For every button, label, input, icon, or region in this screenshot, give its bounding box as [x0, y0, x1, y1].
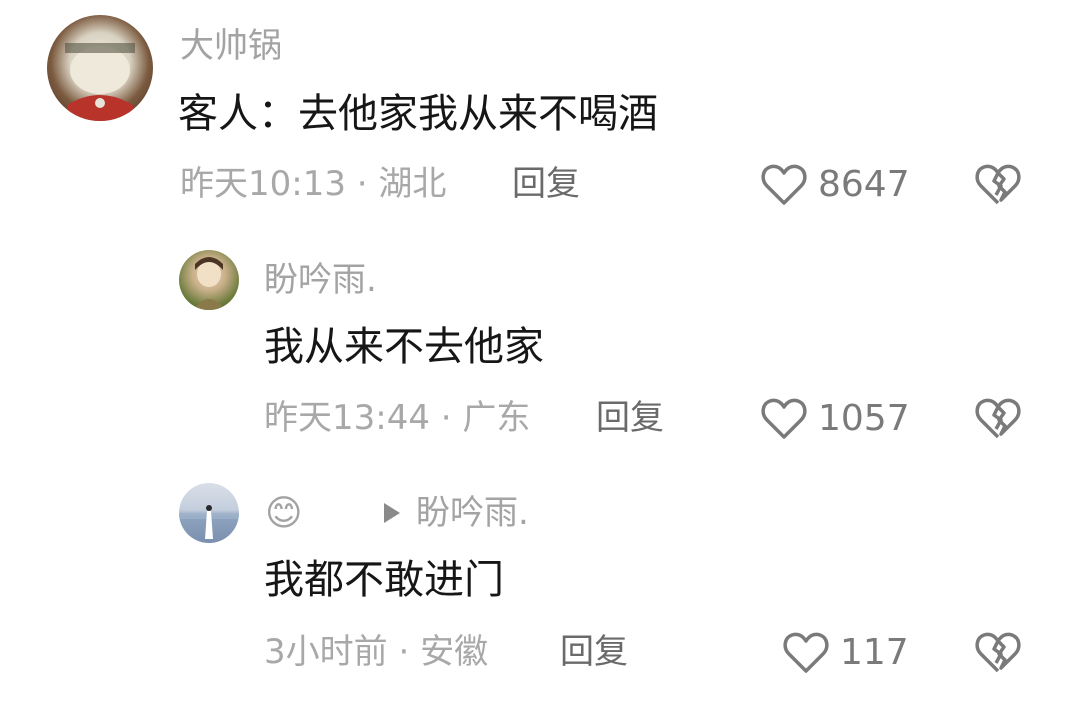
- like-button[interactable]: 117: [782, 628, 909, 676]
- username-emoji[interactable]: 😊: [265, 494, 303, 534]
- timestamp: 昨天10:13: [180, 164, 346, 204]
- reply-button[interactable]: 回复: [596, 398, 664, 438]
- comment-text: 我都不敢进门: [264, 557, 504, 603]
- like-button[interactable]: 1057: [760, 394, 910, 442]
- comment-2: 盼吟雨. 我从来不去他家 昨天13:44 · 广东 回复 1057: [0, 235, 1079, 470]
- username[interactable]: 大帅锅: [180, 26, 282, 66]
- location: 广东: [462, 398, 531, 438]
- comment-3: 😊 盼吟雨. 我都不敢进门 3小时前 · 安徽 回复 117: [0, 470, 1079, 703]
- reply-to-indicator: 盼吟雨.: [384, 493, 529, 533]
- comment-text: 客人：去他家我从来不喝酒: [178, 91, 658, 137]
- comment-meta: 3小时前 · 安徽: [264, 632, 488, 672]
- broken-heart-icon[interactable]: [974, 160, 1022, 208]
- timestamp: 昨天13:44: [264, 398, 430, 438]
- play-arrow-icon: [384, 503, 400, 523]
- like-button[interactable]: 8647: [760, 160, 910, 208]
- reply-button[interactable]: 回复: [512, 164, 580, 204]
- heart-outline-icon: [783, 632, 829, 673]
- heart-outline-icon: [761, 164, 807, 205]
- avatar[interactable]: [179, 483, 239, 543]
- separator: ·: [398, 632, 421, 672]
- separator: ·: [440, 398, 463, 438]
- username[interactable]: 盼吟雨.: [264, 260, 377, 300]
- location: 湖北: [378, 164, 447, 204]
- avatar[interactable]: [47, 15, 153, 121]
- separator: ·: [356, 164, 379, 204]
- heart-outline-icon: [761, 398, 807, 439]
- comment-meta: 昨天10:13 · 湖北: [180, 164, 446, 204]
- location: 安徽: [420, 632, 489, 672]
- reply-to-username[interactable]: 盼吟雨.: [416, 493, 529, 533]
- like-count: 117: [840, 631, 909, 673]
- like-count: 1057: [818, 397, 910, 439]
- reply-button[interactable]: 回复: [560, 632, 628, 672]
- broken-heart-icon[interactable]: [974, 628, 1022, 676]
- comment-1: 大帅锅 客人：去他家我从来不喝酒 昨天10:13 · 湖北 回复 8647: [0, 0, 1079, 235]
- like-count: 8647: [818, 163, 910, 205]
- comment-meta: 昨天13:44 · 广东: [264, 398, 530, 438]
- timestamp: 3小时前: [264, 632, 388, 672]
- broken-heart-icon[interactable]: [974, 394, 1022, 442]
- comment-text: 我从来不去他家: [264, 324, 544, 370]
- avatar[interactable]: [179, 250, 239, 310]
